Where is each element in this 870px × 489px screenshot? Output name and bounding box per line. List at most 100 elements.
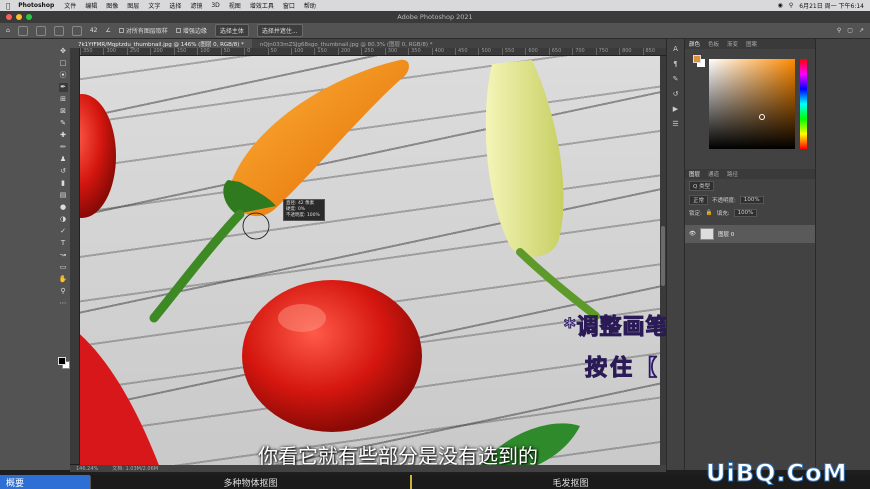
layer-kind-filter[interactable]: Q 类型 bbox=[689, 181, 715, 191]
close-window-icon[interactable] bbox=[6, 14, 12, 20]
quick-selection-tool-icon[interactable]: ✒ bbox=[58, 83, 68, 92]
healing-tool-icon[interactable]: ✚ bbox=[59, 131, 68, 140]
panel-foreground-swatch[interactable] bbox=[693, 55, 701, 63]
blend-mode-select[interactable]: 正常 bbox=[689, 195, 709, 205]
opacity-label: 不透明度: bbox=[712, 198, 736, 204]
select-subject-button[interactable]: 选择主体 bbox=[214, 24, 249, 37]
menu-clock[interactable]: 6月21日 周一 下午6:14 bbox=[799, 1, 864, 10]
crop-tool-icon[interactable]: ⊞ bbox=[59, 95, 68, 104]
mac-menu-bar:  Photoshop 文件 编辑 图像 图层 文字 选择 滤镜 3D 视图 增… bbox=[0, 0, 870, 11]
history-brush-icon[interactable]: ↺ bbox=[59, 167, 68, 176]
menu-edit[interactable]: 编辑 bbox=[85, 1, 97, 10]
layer-row[interactable]: 👁 图层 0 bbox=[685, 225, 815, 243]
ruler-tick: 50 bbox=[220, 48, 244, 55]
opacity-input[interactable]: 100% bbox=[739, 196, 764, 204]
menu-select[interactable]: 选择 bbox=[169, 1, 181, 10]
more-tools-icon[interactable]: ⋯ bbox=[59, 299, 68, 308]
subtract-from-selection-icon[interactable] bbox=[71, 25, 82, 36]
menu-layer[interactable]: 图层 bbox=[127, 1, 139, 10]
gradient-tool-icon[interactable]: ▤ bbox=[59, 191, 68, 200]
tab-patterns[interactable]: 图案 bbox=[746, 40, 757, 48]
tab-layers[interactable]: 图层 bbox=[689, 170, 700, 178]
ruler-tick: 400 bbox=[431, 48, 455, 55]
layer-name[interactable]: 图层 0 bbox=[718, 230, 734, 238]
move-tool-icon[interactable]: ✥ bbox=[59, 47, 68, 56]
zoom-level[interactable]: 146.24% bbox=[76, 466, 98, 472]
share-icon[interactable]: ↗ bbox=[859, 27, 864, 34]
chapter-overview[interactable]: 概要 bbox=[0, 475, 90, 489]
enhance-edge-checkbox[interactable]: 增强边缘 bbox=[175, 26, 207, 35]
menu-image[interactable]: 图像 bbox=[106, 1, 118, 10]
lasso-tool-icon[interactable]: ⦿ bbox=[59, 71, 68, 80]
tab-color[interactable]: 颜色 bbox=[689, 40, 700, 48]
playhead-marker[interactable] bbox=[410, 475, 412, 489]
hue-slider[interactable] bbox=[800, 59, 807, 149]
paragraph-panel-icon[interactable]: ¶ bbox=[671, 59, 681, 69]
brush-size-value[interactable]: 42 bbox=[90, 27, 98, 34]
visibility-eye-icon[interactable]: 👁 bbox=[689, 231, 696, 237]
lock-icon[interactable]: 🔒 bbox=[706, 210, 713, 216]
tab-paths[interactable]: 路径 bbox=[727, 170, 738, 178]
ruler-tick: 200 bbox=[337, 48, 361, 55]
select-and-mask-button[interactable]: 选择并遮住... bbox=[256, 24, 303, 37]
blur-tool-icon[interactable]: ● bbox=[59, 203, 68, 212]
workspace-icon[interactable]: ▢ bbox=[847, 27, 853, 34]
home-icon[interactable]: ⌂ bbox=[6, 27, 10, 34]
actions-panel-icon[interactable]: ▶ bbox=[671, 104, 681, 114]
angle-icon[interactable]: ∠ bbox=[105, 27, 110, 34]
marquee-tool-icon[interactable]: □ bbox=[59, 59, 68, 68]
tab-document-2[interactable]: nQjn033mZSJg68sgo_thumbnail.jpg @ 80.3% … bbox=[252, 39, 441, 48]
fill-input[interactable]: 100% bbox=[733, 209, 758, 217]
eyedropper-tool-icon[interactable]: ✎ bbox=[59, 119, 68, 128]
search-icon[interactable]: ⚲ bbox=[837, 27, 841, 34]
tab-swatches[interactable]: 色板 bbox=[708, 40, 719, 48]
stamp-tool-icon[interactable]: ♟ bbox=[59, 155, 68, 164]
menu-help[interactable]: 帮助 bbox=[304, 1, 316, 10]
site-watermark: UiBQ.CoM bbox=[706, 459, 848, 488]
sample-all-layers-checkbox[interactable]: 对所有图层取样 bbox=[118, 26, 168, 35]
shape-tool-icon[interactable]: ▭ bbox=[59, 263, 68, 272]
orange-pepper-stem bbox=[149, 209, 245, 323]
frame-tool-icon[interactable]: ⊠ bbox=[59, 107, 68, 116]
apple-menu-icon[interactable]:  bbox=[6, 2, 10, 10]
type-tool-icon[interactable]: T bbox=[59, 239, 68, 248]
red-pepper bbox=[80, 334, 160, 468]
menu-plugins[interactable]: 增效工具 bbox=[250, 1, 274, 10]
menu-type[interactable]: 文字 bbox=[148, 1, 160, 10]
new-selection-icon[interactable] bbox=[35, 25, 46, 36]
brush-tool-icon[interactable]: ✏ bbox=[59, 143, 68, 152]
zoom-tool-icon[interactable]: ⚲ bbox=[59, 287, 68, 296]
tab-document-1[interactable]: 7k1YfFMR/Mqptzdu_thumbnail.jpg @ 146% (图… bbox=[70, 39, 252, 48]
eraser-tool-icon[interactable]: ▮ bbox=[59, 179, 68, 188]
left-ruler bbox=[70, 48, 80, 464]
path-selection-icon[interactable]: ↝ bbox=[59, 251, 68, 260]
dodge-tool-icon[interactable]: ◑ bbox=[59, 215, 68, 224]
brush-settings-icon[interactable]: ✎ bbox=[671, 74, 681, 84]
left-tomato bbox=[80, 94, 116, 218]
minimize-window-icon[interactable] bbox=[16, 14, 22, 20]
menu-3d[interactable]: 3D bbox=[211, 2, 219, 9]
hand-tool-icon[interactable]: ✋ bbox=[59, 275, 68, 284]
menu-window[interactable]: 窗口 bbox=[283, 1, 295, 10]
pen-tool-icon[interactable]: ✓ bbox=[59, 227, 68, 236]
search-icon[interactable]: ⚲ bbox=[789, 2, 793, 9]
chapter-hair[interactable]: 毛发抠图 bbox=[410, 475, 730, 489]
app-menu[interactable]: Photoshop bbox=[18, 2, 54, 9]
menu-view[interactable]: 视图 bbox=[229, 1, 241, 10]
history-panel-icon[interactable]: ↺ bbox=[671, 89, 681, 99]
menu-file[interactable]: 文件 bbox=[64, 1, 76, 10]
foreground-color-swatch[interactable] bbox=[58, 357, 66, 365]
saturation-value-field[interactable] bbox=[709, 59, 795, 149]
quick-selection-tool-icon[interactable] bbox=[17, 25, 28, 36]
tab-gradients[interactable]: 渐变 bbox=[727, 40, 738, 48]
document-canvas[interactable]: 直径: 42 像素 硬度: 0% 不透明度: 100% bbox=[80, 56, 660, 468]
character-panel-icon[interactable]: A bbox=[671, 44, 681, 54]
document-tabs: 7k1YfFMR/Mqptzdu_thumbnail.jpg @ 146% (图… bbox=[70, 39, 666, 48]
zoom-window-icon[interactable] bbox=[26, 14, 32, 20]
wifi-icon[interactable]: ◉ bbox=[778, 2, 783, 9]
properties-panel-icon[interactable]: ☰ bbox=[671, 119, 681, 129]
menu-filter[interactable]: 滤镜 bbox=[190, 1, 202, 10]
add-to-selection-icon[interactable] bbox=[53, 25, 64, 36]
chapter-multi-object[interactable]: 多种物体抠图 bbox=[90, 475, 410, 489]
tab-channels[interactable]: 通道 bbox=[708, 170, 719, 178]
